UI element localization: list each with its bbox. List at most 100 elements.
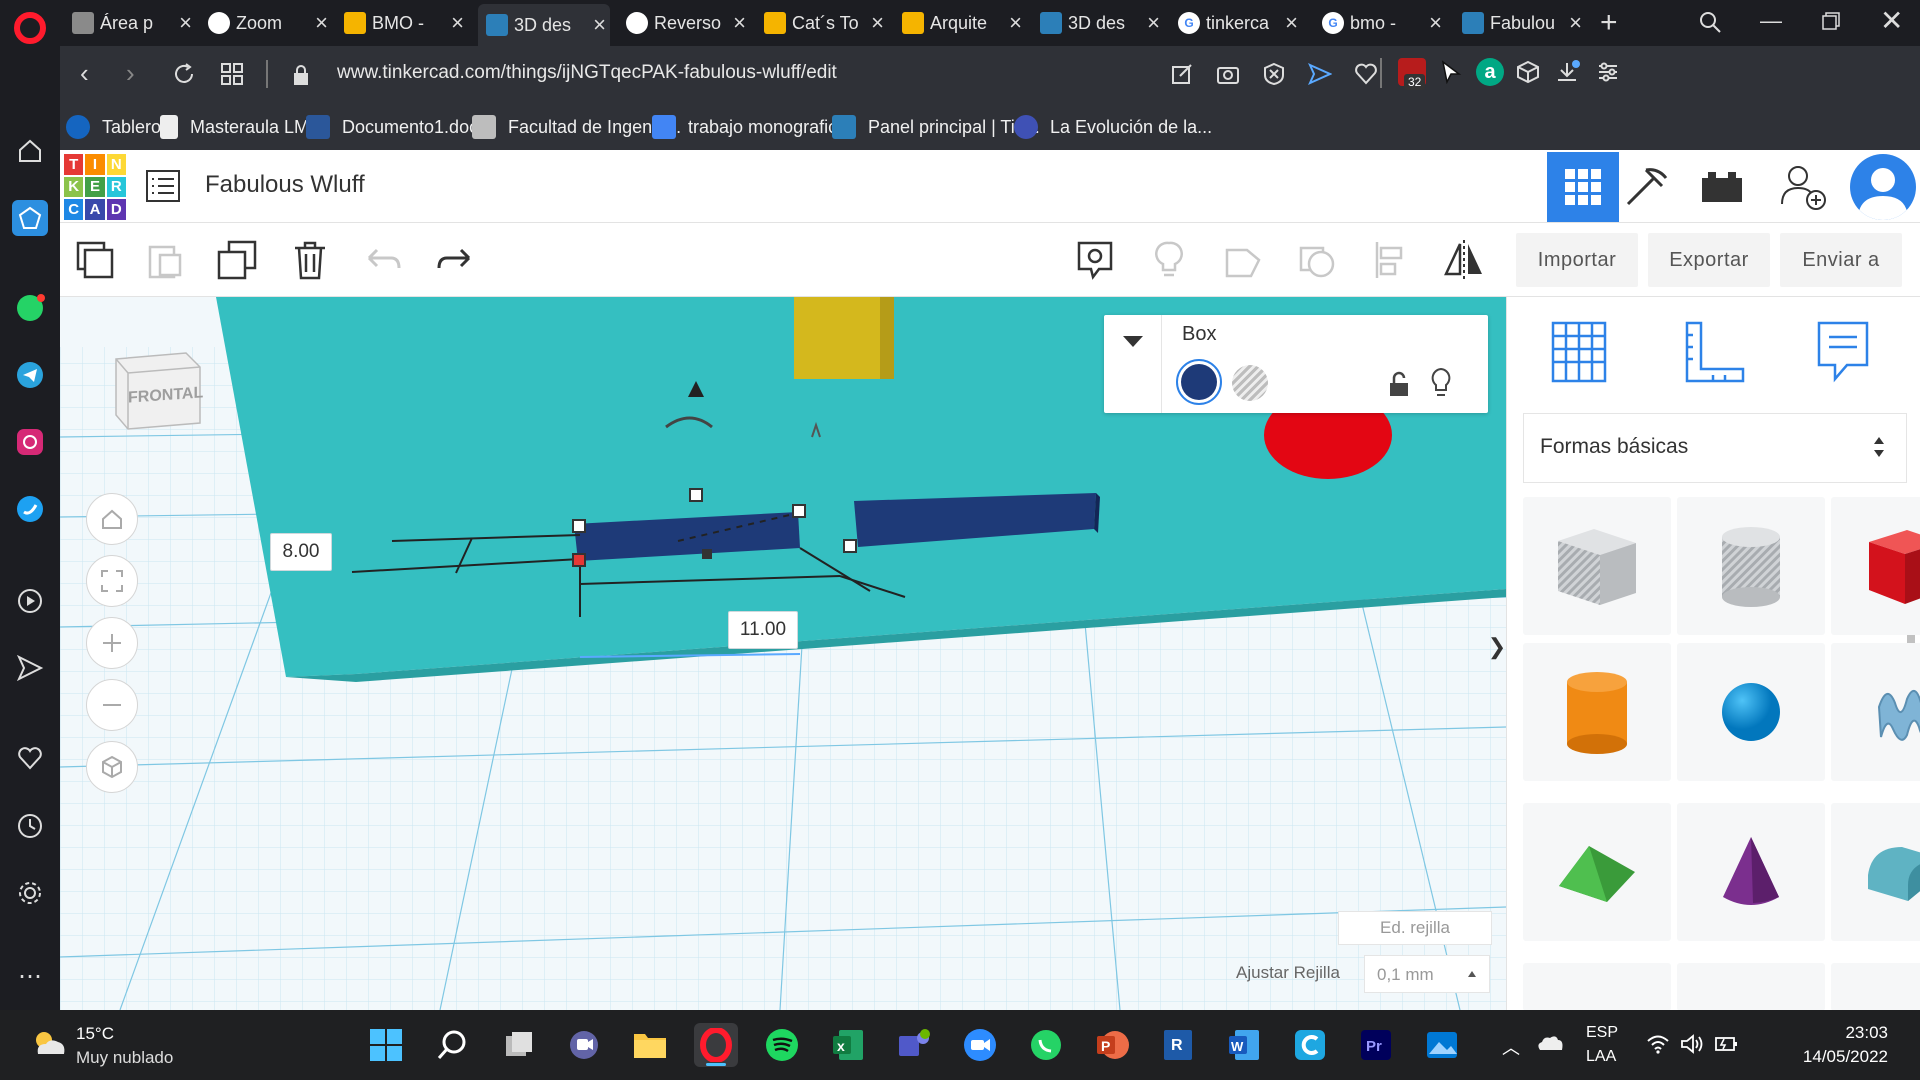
reload-icon[interactable] — [172, 62, 196, 91]
more-options-icon[interactable]: ⋯ — [12, 958, 48, 994]
cursor-extension-icon[interactable] — [1440, 60, 1462, 89]
bookmark-item[interactable]: La Evolución de la... — [1014, 112, 1212, 142]
shape-cone[interactable] — [1677, 803, 1825, 941]
opera-taskbar-button[interactable] — [694, 1023, 738, 1067]
word-button[interactable]: W — [1222, 1023, 1266, 1067]
download-icon[interactable] — [1554, 60, 1580, 91]
resize-handle[interactable] — [792, 504, 806, 518]
design-list-icon[interactable] — [146, 170, 180, 207]
history-icon[interactable] — [12, 808, 48, 844]
resize-handle[interactable] — [843, 539, 857, 553]
restore-icon[interactable] — [1822, 12, 1840, 35]
bricks-icon[interactable] — [1700, 168, 1744, 209]
battery-icon[interactable] — [1714, 1034, 1740, 1059]
show-hidden-icons-chevron-icon[interactable]: ︿ — [1502, 1034, 1520, 1060]
tab-close-icon[interactable]: × — [1569, 10, 1582, 36]
zoom-in-button[interactable] — [86, 617, 138, 669]
shape-box-hole[interactable] — [1523, 497, 1671, 635]
copy-button[interactable] — [68, 233, 122, 287]
shape-cylinder-hole[interactable] — [1677, 497, 1825, 635]
bookmark-item[interactable]: Documento1.docx — [306, 112, 487, 142]
language-secondary[interactable]: LAA — [1586, 1048, 1616, 1066]
search-button[interactable] — [430, 1023, 474, 1067]
shape-scribble[interactable] — [1831, 643, 1920, 781]
browser-tab[interactable]: Área p × — [72, 8, 196, 38]
shape-cylinder[interactable] — [1523, 643, 1671, 781]
duplicate-button[interactable] — [210, 233, 264, 287]
search-tabs-icon[interactable] — [1698, 10, 1722, 39]
tab-close-icon[interactable]: × — [733, 10, 746, 36]
tab-close-icon[interactable]: × — [871, 10, 884, 36]
telegram-icon[interactable] — [12, 357, 48, 393]
close-window-icon[interactable]: ✕ — [1880, 4, 1903, 37]
tab-close-icon[interactable]: × — [1429, 10, 1442, 36]
forward-icon[interactable]: › — [126, 58, 135, 89]
browser-tab[interactable]: Gtinkerca × — [1178, 8, 1302, 38]
weather-cloud-icon[interactable] — [30, 1028, 66, 1065]
edit-icon[interactable] — [1170, 62, 1194, 86]
import-button[interactable]: Importar — [1516, 233, 1638, 287]
redo-button[interactable] — [428, 233, 482, 287]
language-primary[interactable]: ESP — [1586, 1024, 1618, 1042]
bookmark-item[interactable]: Facultad de Ingenie... — [472, 112, 681, 142]
collapse-inspector-button[interactable] — [1104, 315, 1162, 413]
clock-date[interactable]: 14/05/2022 — [1760, 1047, 1888, 1067]
notes-tool-icon[interactable] — [1815, 319, 1871, 390]
paste-button[interactable] — [138, 233, 192, 287]
shape-category-select[interactable]: Formas básicas — [1523, 413, 1907, 483]
tab-close-icon[interactable]: × — [451, 10, 464, 36]
browser-tab[interactable]: Fabulou × — [1462, 8, 1586, 38]
tab-close-icon[interactable]: × — [1147, 10, 1160, 36]
send-to-button[interactable]: Enviar a — [1780, 233, 1902, 287]
yellow-box-shape[interactable] — [794, 297, 894, 379]
speed-dial-icon[interactable] — [12, 200, 48, 236]
height-handle[interactable] — [689, 488, 703, 502]
revit-button[interactable]: R — [1156, 1023, 1200, 1067]
cortana-c-button[interactable] — [1288, 1023, 1332, 1067]
home-icon[interactable] — [12, 133, 48, 169]
whatsapp-button[interactable] — [1024, 1023, 1068, 1067]
hole-button[interactable] — [1232, 365, 1268, 401]
bookmark-item[interactable]: Tablero — [66, 112, 161, 142]
ruler-tool-icon[interactable] — [1681, 319, 1747, 390]
instagram-icon[interactable] — [12, 424, 48, 460]
undo-button[interactable] — [356, 233, 410, 287]
resize-handle-corner[interactable] — [572, 553, 586, 567]
premiere-button[interactable]: Pr — [1354, 1023, 1398, 1067]
lock-icon[interactable] — [292, 64, 310, 91]
send-flow-icon[interactable] — [12, 650, 48, 686]
browser-tab[interactable]: 3D des × — [1040, 8, 1164, 38]
tab-close-icon[interactable]: × — [593, 12, 606, 38]
bookmark-item[interactable]: trabajo monografic... — [652, 112, 852, 142]
avatar[interactable] — [1850, 154, 1916, 220]
solid-color-button[interactable] — [1176, 359, 1222, 405]
url-field[interactable]: www.tinkercad.com/things/ijNGTqecPAK-fab… — [337, 62, 837, 84]
task-view-button[interactable] — [496, 1023, 540, 1067]
bookmark-item[interactable]: Masteraula LMS — [160, 112, 321, 142]
notes-bubble-button[interactable] — [1068, 233, 1122, 287]
design-title[interactable]: Fabulous Wluff — [205, 171, 365, 199]
browser-tab[interactable]: Zoom × — [208, 8, 332, 38]
minimize-icon[interactable]: — — [1760, 8, 1782, 34]
export-button[interactable]: Exportar — [1648, 233, 1770, 287]
extension-ublock-icon[interactable]: 32 — [1398, 58, 1426, 90]
center-handle[interactable] — [702, 549, 712, 559]
tab-close-icon[interactable]: × — [1285, 10, 1298, 36]
opera-logo-icon[interactable] — [12, 10, 48, 46]
blocks-pickaxe-icon[interactable] — [1624, 164, 1670, 213]
shape-box[interactable] — [1831, 497, 1920, 635]
onedrive-cloud-icon[interactable] — [1536, 1034, 1564, 1057]
amazon-assistant-icon[interactable]: a — [1476, 58, 1504, 86]
file-explorer-button[interactable] — [628, 1023, 672, 1067]
browser-tab[interactable]: 3D des × — [478, 4, 610, 46]
mirror-button[interactable] — [1437, 233, 1491, 287]
heart-icon[interactable] — [12, 740, 48, 776]
volume-icon[interactable] — [1680, 1034, 1704, 1059]
adblock-icon[interactable] — [1262, 62, 1286, 86]
powerpoint-button[interactable]: P — [1090, 1023, 1134, 1067]
cube-extension-icon[interactable] — [1516, 60, 1540, 89]
shape-partial[interactable] — [1677, 963, 1825, 1011]
hide-lightbulb-icon[interactable] — [1430, 367, 1452, 404]
shape-roof[interactable] — [1523, 803, 1671, 941]
shape-sphere[interactable] — [1677, 643, 1825, 781]
